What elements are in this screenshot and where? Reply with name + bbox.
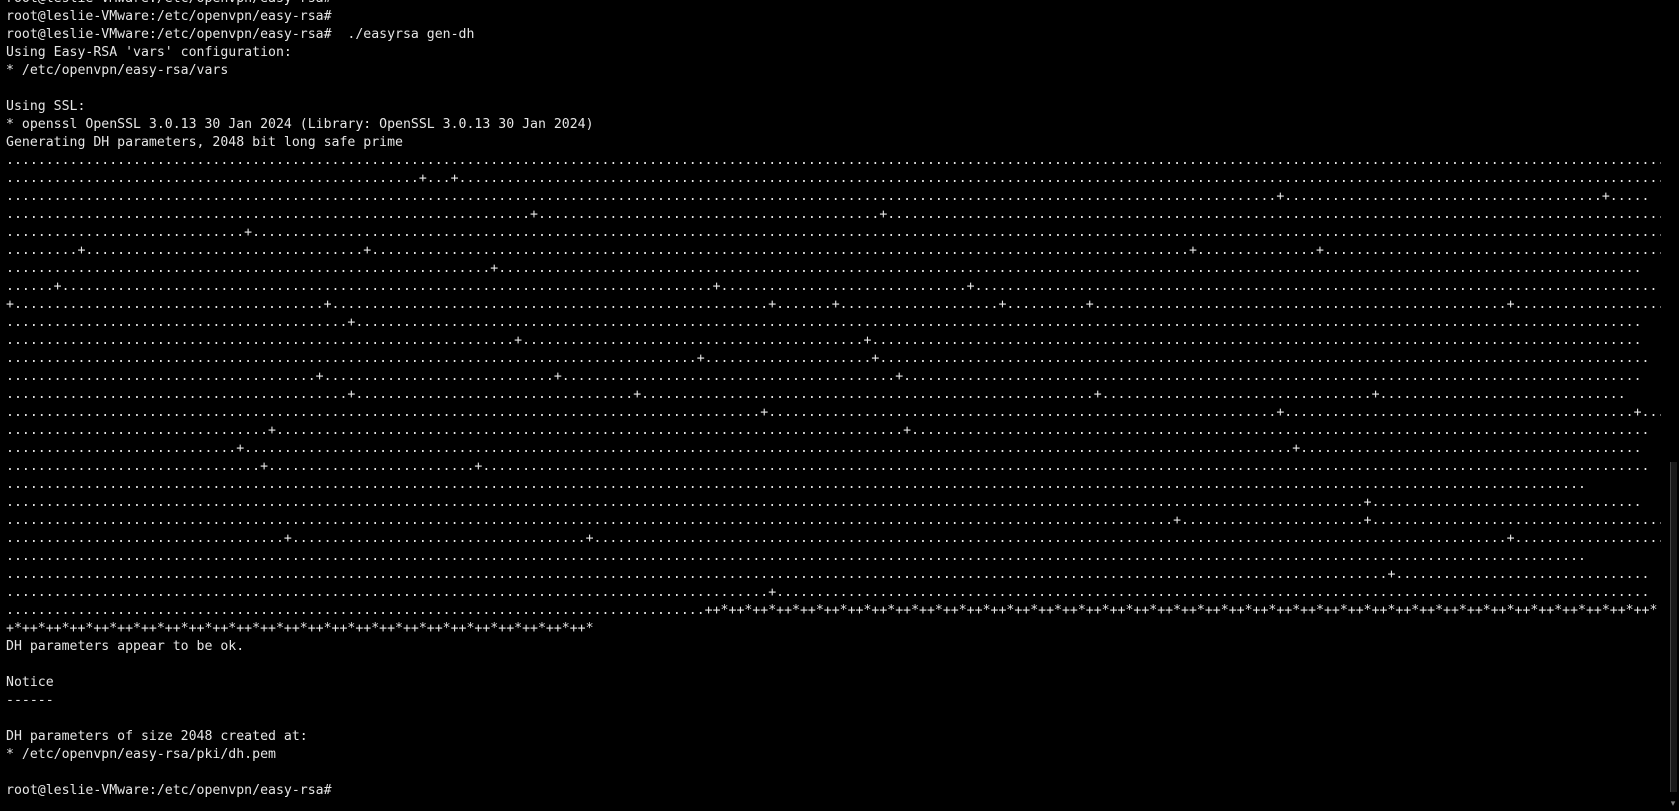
terminal-line: ...................................+....… bbox=[6, 531, 1661, 546]
terminal-line: ........................................… bbox=[6, 567, 1650, 582]
terminal-line: ........................................… bbox=[6, 351, 1650, 366]
terminal-line: .................................+......… bbox=[6, 423, 1650, 438]
terminal-line: ........................................… bbox=[6, 477, 1586, 492]
terminal-line: ........................................… bbox=[6, 405, 1661, 420]
vertical-scrollbar[interactable]: ▾ bbox=[1667, 0, 1679, 811]
chevron-down-icon[interactable]: ▾ bbox=[1668, 799, 1678, 809]
terminal-line: Using SSL: bbox=[6, 99, 86, 114]
terminal-line: Generating DH parameters, 2048 bit long … bbox=[6, 135, 403, 150]
terminal-line: .........+..............................… bbox=[6, 243, 1661, 258]
terminal-line: DH parameters of size 2048 created at: bbox=[6, 729, 308, 744]
terminal-line: +*++*++*++*++*++*++*++*++*++*++*++*++*++… bbox=[6, 621, 594, 636]
terminal-line: ........................................… bbox=[6, 387, 1626, 402]
terminal-line: .............................+..........… bbox=[6, 441, 1642, 456]
terminal-line: .......................................+… bbox=[6, 369, 1642, 384]
terminal-line: ........................................… bbox=[6, 171, 1661, 186]
status-line: DH parameters appear to be ok. bbox=[6, 639, 245, 654]
terminal-line: ........................................… bbox=[6, 549, 1586, 564]
notice-underline: ------ bbox=[6, 693, 54, 708]
terminal-line: root@leslie-VMware:/etc/openvpn/easy-rsa… bbox=[6, 9, 332, 24]
terminal-line: ........................................… bbox=[6, 603, 1658, 618]
terminal-line: ........................................… bbox=[6, 513, 1661, 528]
notice-heading: Notice bbox=[6, 675, 54, 690]
terminal-line: ........................................… bbox=[6, 495, 1642, 510]
terminal-line: ........................................… bbox=[6, 153, 1661, 168]
terminal-line: ........................................… bbox=[6, 189, 1650, 204]
terminal-line: +.......................................… bbox=[6, 297, 1661, 312]
terminal-window[interactable]: root@leslie-VMware:/etc/openvpn/easy-rsa… bbox=[0, 0, 1679, 811]
terminal-line: ......+.................................… bbox=[6, 279, 1658, 294]
terminal-line: ........................................… bbox=[6, 207, 1661, 222]
terminal-line: Using Easy-RSA 'vars' configuration: bbox=[6, 45, 292, 60]
terminal-line: ........................................… bbox=[6, 585, 1650, 600]
terminal-line: root@leslie-VMware:/etc/openvpn/easy-rsa… bbox=[6, 0, 1661, 8]
terminal-output: root@leslie-VMware:/etc/openvpn/easy-rsa… bbox=[6, 0, 1661, 800]
terminal-line: root@leslie-VMware:/etc/openvpn/easy-rsa… bbox=[6, 27, 475, 42]
terminal-line: ........................................… bbox=[6, 315, 1642, 330]
command-prompt[interactable]: root@leslie-VMware:/etc/openvpn/easy-rsa… bbox=[6, 782, 1661, 800]
terminal-line: * /etc/openvpn/easy-rsa/vars bbox=[6, 63, 229, 78]
terminal-line: ........................................… bbox=[6, 333, 1642, 348]
output-path: * /etc/openvpn/easy-rsa/pki/dh.pem bbox=[6, 747, 276, 762]
terminal-line: * openssl OpenSSL 3.0.13 30 Jan 2024 (Li… bbox=[6, 117, 594, 132]
terminal-line: ........................................… bbox=[6, 261, 1642, 276]
scrollbar-thumb[interactable] bbox=[1670, 462, 1677, 792]
terminal-line: ................................+.......… bbox=[6, 459, 1650, 474]
terminal-line: ..............................+.........… bbox=[6, 225, 1661, 240]
